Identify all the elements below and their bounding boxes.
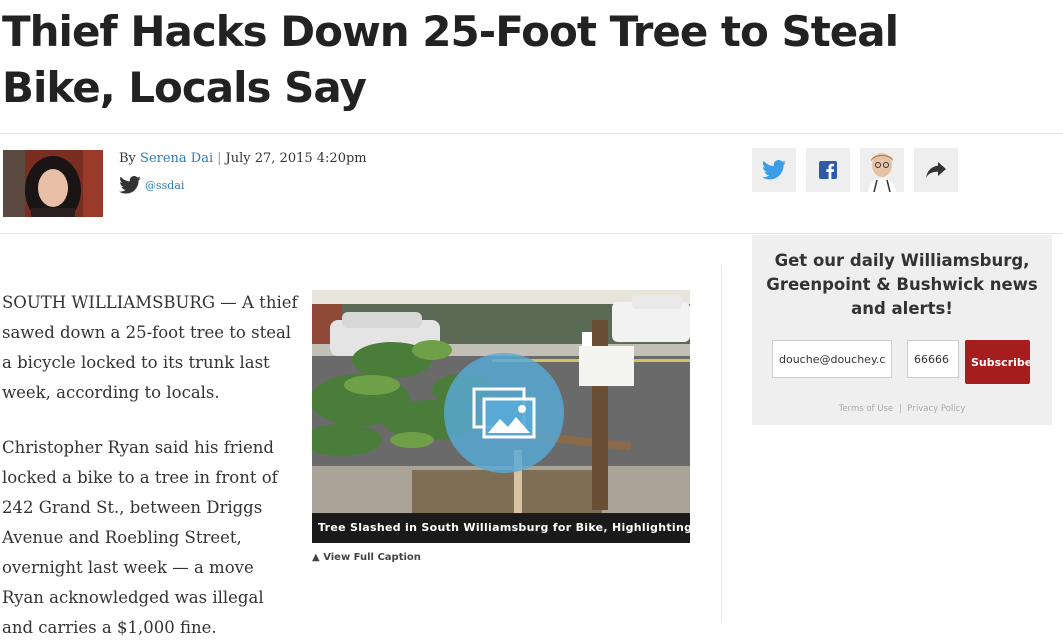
profile-avatar[interactable] (860, 148, 904, 192)
author-twitter[interactable]: @ssdai (119, 176, 184, 194)
author-link[interactable]: Serena Dai (140, 151, 213, 166)
share-arrow-icon (926, 162, 946, 178)
divider (0, 233, 1063, 234)
gallery-overlay[interactable] (444, 353, 564, 473)
twitter-icon (762, 160, 786, 180)
share-facebook-button[interactable] (806, 148, 850, 192)
signup-links: Terms of Use | Privacy Policy (838, 404, 966, 414)
byline-prefix: By (119, 151, 136, 166)
share-twitter-button[interactable] (752, 148, 796, 192)
subscribe-button[interactable]: Subscribe (965, 340, 1032, 384)
privacy-policy-link[interactable]: Privacy Policy (907, 404, 965, 414)
divider (0, 133, 1063, 134)
article-paragraph: Christopher Ryan said his friend locked … (2, 438, 278, 637)
twitter-handle-text: @ssdai (145, 178, 185, 192)
email-field[interactable] (772, 340, 892, 378)
terms-of-use-link[interactable]: Terms of Use (839, 404, 894, 414)
column-divider (721, 265, 722, 621)
newsletter-signup: Get our daily Williamsburg, Greenpoint &… (752, 235, 1052, 425)
article-paragraph: SOUTH WILLIAMSBURG — A thief sawed down … (2, 293, 298, 402)
share-more-button[interactable] (914, 148, 958, 192)
twitter-icon (119, 176, 141, 194)
facebook-icon (819, 161, 837, 179)
article-headline: Thief Hacks Down 25-Foot Tree to Steal B… (2, 7, 899, 112)
photo-gallery-icon (472, 387, 536, 439)
signup-title: Get our daily Williamsburg, Greenpoint &… (766, 251, 1038, 318)
zip-field[interactable] (907, 340, 959, 378)
byline: By Serena Dai | July 27, 2015 4:20pm (119, 151, 367, 166)
publish-date: July 27, 2015 4:20pm (225, 151, 367, 166)
author-photo[interactable] (3, 150, 103, 217)
